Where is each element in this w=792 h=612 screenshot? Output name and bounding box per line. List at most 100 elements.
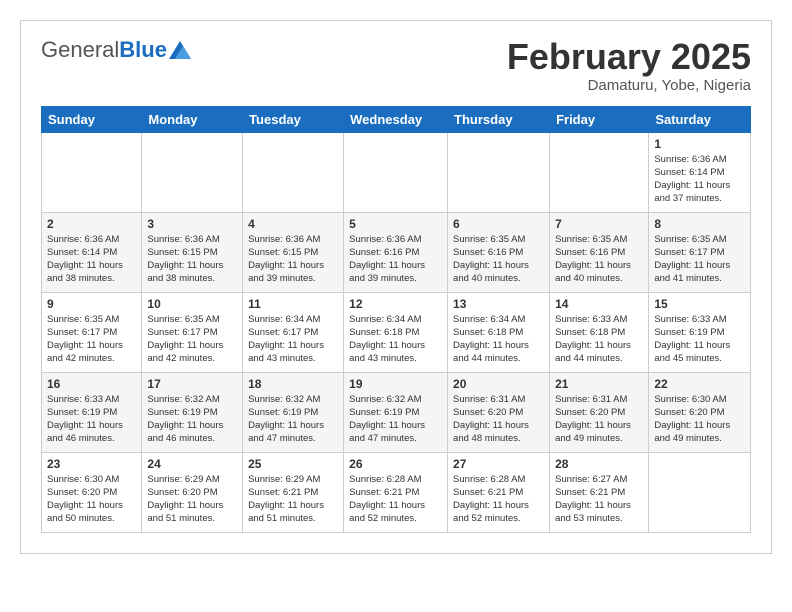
day-info: Sunrise: 6:28 AM Sunset: 6:21 PM Dayligh… bbox=[453, 473, 544, 526]
day-number: 10 bbox=[147, 297, 237, 311]
day-number: 16 bbox=[47, 377, 136, 391]
day-number: 15 bbox=[654, 297, 745, 311]
day-number: 18 bbox=[248, 377, 338, 391]
day-number: 8 bbox=[654, 217, 745, 231]
day-number: 23 bbox=[47, 457, 136, 471]
calendar-cell: 12 Sunrise: 6:34 AM Sunset: 6:18 PM Dayli… bbox=[344, 292, 448, 372]
calendar-cell bbox=[448, 132, 550, 212]
calendar-cell: 17 Sunrise: 6:32 AM Sunset: 6:19 PM Dayli… bbox=[142, 372, 243, 452]
calendar-cell: 27 Sunrise: 6:28 AM Sunset: 6:21 PM Dayli… bbox=[448, 452, 550, 532]
calendar-cell bbox=[42, 132, 142, 212]
logo: GeneralBlue bbox=[41, 37, 191, 63]
day-info: Sunrise: 6:34 AM Sunset: 6:17 PM Dayligh… bbox=[248, 313, 338, 366]
day-info: Sunrise: 6:30 AM Sunset: 6:20 PM Dayligh… bbox=[47, 473, 136, 526]
calendar-cell: 8 Sunrise: 6:35 AM Sunset: 6:17 PM Daylig… bbox=[649, 212, 751, 292]
day-number: 12 bbox=[349, 297, 442, 311]
calendar-week-row: 1 Sunrise: 6:36 AM Sunset: 6:14 PM Daylig… bbox=[42, 132, 751, 212]
weekday-header: Monday bbox=[142, 106, 243, 132]
calendar-week-row: 16 Sunrise: 6:33 AM Sunset: 6:19 PM Dayli… bbox=[42, 372, 751, 452]
day-info: Sunrise: 6:34 AM Sunset: 6:18 PM Dayligh… bbox=[349, 313, 442, 366]
day-number: 22 bbox=[654, 377, 745, 391]
day-number: 24 bbox=[147, 457, 237, 471]
weekday-header: Saturday bbox=[649, 106, 751, 132]
calendar-cell bbox=[243, 132, 344, 212]
day-number: 27 bbox=[453, 457, 544, 471]
logo-text: GeneralBlue bbox=[41, 37, 167, 63]
day-number: 5 bbox=[349, 217, 442, 231]
day-info: Sunrise: 6:32 AM Sunset: 6:19 PM Dayligh… bbox=[147, 393, 237, 446]
day-info: Sunrise: 6:35 AM Sunset: 6:17 PM Dayligh… bbox=[654, 233, 745, 286]
calendar-cell bbox=[142, 132, 243, 212]
day-number: 17 bbox=[147, 377, 237, 391]
day-number: 19 bbox=[349, 377, 442, 391]
calendar-cell: 22 Sunrise: 6:30 AM Sunset: 6:20 PM Dayli… bbox=[649, 372, 751, 452]
day-info: Sunrise: 6:36 AM Sunset: 6:14 PM Dayligh… bbox=[654, 153, 745, 206]
day-info: Sunrise: 6:32 AM Sunset: 6:19 PM Dayligh… bbox=[248, 393, 338, 446]
day-info: Sunrise: 6:35 AM Sunset: 6:17 PM Dayligh… bbox=[47, 313, 136, 366]
weekday-header: Sunday bbox=[42, 106, 142, 132]
day-info: Sunrise: 6:31 AM Sunset: 6:20 PM Dayligh… bbox=[555, 393, 643, 446]
day-number: 14 bbox=[555, 297, 643, 311]
title-block: February 2025 Damaturu, Yobe, Nigeria bbox=[507, 37, 751, 94]
calendar-table: SundayMondayTuesdayWednesdayThursdayFrid… bbox=[41, 106, 751, 533]
day-info: Sunrise: 6:30 AM Sunset: 6:20 PM Dayligh… bbox=[654, 393, 745, 446]
calendar-cell: 1 Sunrise: 6:36 AM Sunset: 6:14 PM Daylig… bbox=[649, 132, 751, 212]
day-info: Sunrise: 6:31 AM Sunset: 6:20 PM Dayligh… bbox=[453, 393, 544, 446]
calendar-cell: 6 Sunrise: 6:35 AM Sunset: 6:16 PM Daylig… bbox=[448, 212, 550, 292]
logo-icon bbox=[169, 41, 191, 59]
calendar-week-row: 23 Sunrise: 6:30 AM Sunset: 6:20 PM Dayli… bbox=[42, 452, 751, 532]
day-info: Sunrise: 6:36 AM Sunset: 6:14 PM Dayligh… bbox=[47, 233, 136, 286]
calendar-cell bbox=[649, 452, 751, 532]
day-number: 2 bbox=[47, 217, 136, 231]
day-number: 9 bbox=[47, 297, 136, 311]
day-number: 21 bbox=[555, 377, 643, 391]
day-info: Sunrise: 6:36 AM Sunset: 6:15 PM Dayligh… bbox=[248, 233, 338, 286]
calendar-cell: 16 Sunrise: 6:33 AM Sunset: 6:19 PM Dayli… bbox=[42, 372, 142, 452]
weekday-header: Wednesday bbox=[344, 106, 448, 132]
day-number: 1 bbox=[654, 137, 745, 151]
day-number: 13 bbox=[453, 297, 544, 311]
day-number: 3 bbox=[147, 217, 237, 231]
day-number: 26 bbox=[349, 457, 442, 471]
calendar-cell: 28Sunrise: 6:27 AM Sunset: 6:21 PM Dayli… bbox=[550, 452, 649, 532]
calendar-cell: 26 Sunrise: 6:28 AM Sunset: 6:21 PM Dayli… bbox=[344, 452, 448, 532]
calendar-cell: 20Sunrise: 6:31 AM Sunset: 6:20 PM Dayli… bbox=[448, 372, 550, 452]
header: GeneralBlue February 2025 Damaturu, Yobe… bbox=[41, 37, 751, 94]
calendar-cell: 24 Sunrise: 6:29 AM Sunset: 6:20 PM Dayli… bbox=[142, 452, 243, 532]
calendar-cell: 2 Sunrise: 6:36 AM Sunset: 6:14 PM Daylig… bbox=[42, 212, 142, 292]
day-info: Sunrise: 6:27 AM Sunset: 6:21 PM Dayligh… bbox=[555, 473, 643, 526]
weekday-header: Tuesday bbox=[243, 106, 344, 132]
logo-general: General bbox=[41, 37, 119, 62]
calendar-cell: 5 Sunrise: 6:36 AM Sunset: 6:16 PM Daylig… bbox=[344, 212, 448, 292]
day-info: Sunrise: 6:36 AM Sunset: 6:15 PM Dayligh… bbox=[147, 233, 237, 286]
day-number: 25 bbox=[248, 457, 338, 471]
calendar-week-row: 9 Sunrise: 6:35 AM Sunset: 6:17 PM Daylig… bbox=[42, 292, 751, 372]
day-info: Sunrise: 6:28 AM Sunset: 6:21 PM Dayligh… bbox=[349, 473, 442, 526]
day-info: Sunrise: 6:33 AM Sunset: 6:19 PM Dayligh… bbox=[47, 393, 136, 446]
calendar-cell: 15Sunrise: 6:33 AM Sunset: 6:19 PM Dayli… bbox=[649, 292, 751, 372]
calendar-cell: 13 Sunrise: 6:34 AM Sunset: 6:18 PM Dayli… bbox=[448, 292, 550, 372]
day-info: Sunrise: 6:33 AM Sunset: 6:18 PM Dayligh… bbox=[555, 313, 643, 366]
calendar-cell: 11Sunrise: 6:34 AM Sunset: 6:17 PM Dayli… bbox=[243, 292, 344, 372]
day-number: 7 bbox=[555, 217, 643, 231]
calendar-cell: 23 Sunrise: 6:30 AM Sunset: 6:20 PM Dayli… bbox=[42, 452, 142, 532]
calendar-cell: 4 Sunrise: 6:36 AM Sunset: 6:15 PM Daylig… bbox=[243, 212, 344, 292]
calendar-cell bbox=[344, 132, 448, 212]
day-number: 6 bbox=[453, 217, 544, 231]
month-title: February 2025 bbox=[507, 37, 751, 77]
day-info: Sunrise: 6:35 AM Sunset: 6:16 PM Dayligh… bbox=[453, 233, 544, 286]
calendar-cell: 7 Sunrise: 6:35 AM Sunset: 6:16 PM Daylig… bbox=[550, 212, 649, 292]
calendar-cell: 18 Sunrise: 6:32 AM Sunset: 6:19 PM Dayli… bbox=[243, 372, 344, 452]
day-info: Sunrise: 6:34 AM Sunset: 6:18 PM Dayligh… bbox=[453, 313, 544, 366]
day-info: Sunrise: 6:29 AM Sunset: 6:21 PM Dayligh… bbox=[248, 473, 338, 526]
day-info: Sunrise: 6:35 AM Sunset: 6:16 PM Dayligh… bbox=[555, 233, 643, 286]
logo-blue: Blue bbox=[119, 37, 167, 62]
day-number: 4 bbox=[248, 217, 338, 231]
day-info: Sunrise: 6:29 AM Sunset: 6:20 PM Dayligh… bbox=[147, 473, 237, 526]
calendar-cell: 19Sunrise: 6:32 AM Sunset: 6:19 PM Dayli… bbox=[344, 372, 448, 452]
day-info: Sunrise: 6:36 AM Sunset: 6:16 PM Dayligh… bbox=[349, 233, 442, 286]
calendar-cell: 10Sunrise: 6:35 AM Sunset: 6:17 PM Dayli… bbox=[142, 292, 243, 372]
calendar-cell: 25 Sunrise: 6:29 AM Sunset: 6:21 PM Dayli… bbox=[243, 452, 344, 532]
weekday-header: Thursday bbox=[448, 106, 550, 132]
calendar-cell: 9 Sunrise: 6:35 AM Sunset: 6:17 PM Daylig… bbox=[42, 292, 142, 372]
